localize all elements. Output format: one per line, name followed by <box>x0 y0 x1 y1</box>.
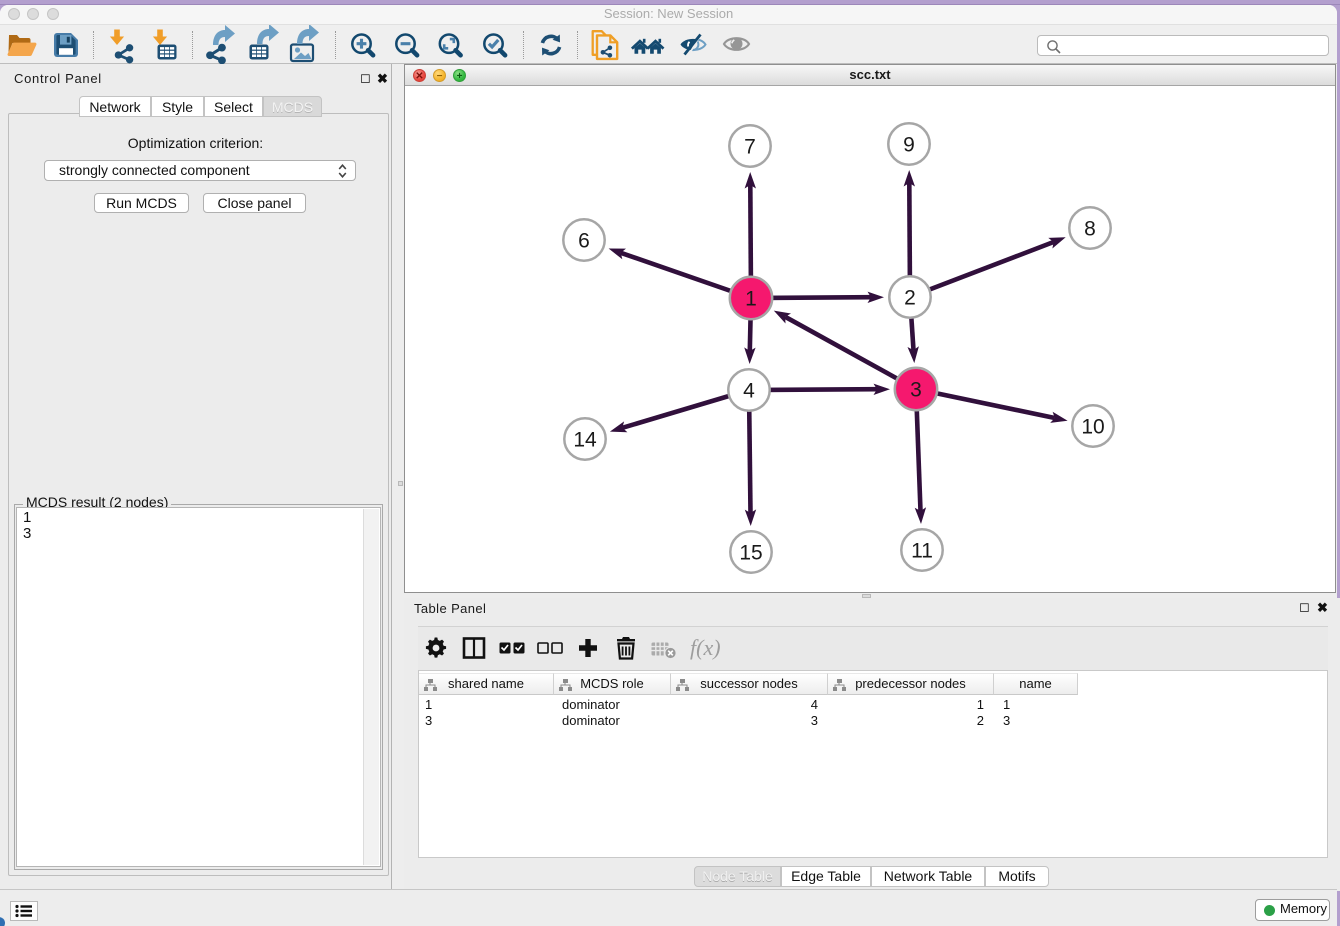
svg-text:2: 2 <box>904 286 916 309</box>
svg-text:3: 3 <box>910 378 922 401</box>
svg-text:6: 6 <box>578 229 590 252</box>
svg-text:15: 15 <box>739 541 762 564</box>
svg-text:14: 14 <box>573 428 597 451</box>
svg-text:4: 4 <box>743 379 755 402</box>
svg-text:7: 7 <box>744 135 756 158</box>
svg-text:10: 10 <box>1081 415 1104 438</box>
svg-text:9: 9 <box>903 133 915 156</box>
svg-text:11: 11 <box>911 539 933 562</box>
svg-text:8: 8 <box>1084 217 1096 240</box>
svg-text:1: 1 <box>745 287 757 310</box>
